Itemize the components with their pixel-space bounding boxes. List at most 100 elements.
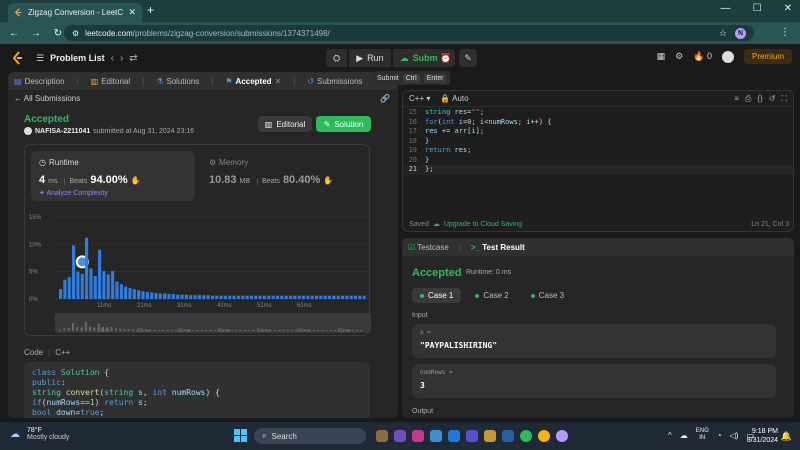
taskbar-search[interactable]: ⌕ Search [254, 428, 366, 444]
chart-bar[interactable] [267, 295, 271, 299]
chart-bar[interactable] [327, 295, 332, 299]
chart-bar[interactable] [132, 289, 136, 299]
store-icon[interactable] [502, 430, 514, 442]
chart-bar[interactable] [141, 291, 145, 299]
autocomplete-mode[interactable]: 🔒 Auto [440, 94, 468, 103]
chevron-up-icon[interactable]: ^ [668, 431, 672, 440]
tab-testcase[interactable]: ☑ Testcase [408, 243, 449, 252]
chart-bar[interactable] [80, 273, 84, 299]
timer-icon[interactable]: ⏰ [437, 49, 455, 67]
chart-bar[interactable] [59, 289, 63, 299]
chart-bar[interactable] [353, 295, 358, 299]
chart-bar[interactable] [128, 288, 132, 299]
wifi-icon[interactable]: ◔ [717, 431, 722, 440]
chart-bar[interactable] [67, 277, 71, 299]
layout-icon[interactable]: ▦ [657, 51, 666, 62]
close-tab-icon[interactable]: ✕ [128, 7, 136, 18]
language-indicator[interactable]: ENG IN [696, 428, 709, 442]
chart-bar[interactable] [232, 295, 236, 299]
back-icon[interactable]: ← [6, 28, 22, 39]
chart-bar[interactable] [293, 295, 297, 299]
chart-bar[interactable] [306, 295, 310, 299]
chart-bar[interactable] [362, 295, 366, 299]
chart-bar[interactable] [193, 295, 197, 299]
chart-bar[interactable] [332, 295, 336, 299]
chart-bar[interactable] [288, 295, 293, 299]
maximize-icon[interactable]: ☐ [753, 3, 762, 14]
chart-bar[interactable] [115, 281, 119, 299]
shuffle-icon[interactable]: ⇄ [129, 53, 137, 64]
chart-bar[interactable] [336, 295, 340, 299]
chart-bar[interactable] [189, 295, 193, 299]
chart-bar[interactable] [202, 295, 206, 299]
weather-widget[interactable]: ☁ 78°F Mostly cloudy [10, 427, 69, 441]
chart-bar[interactable] [102, 271, 106, 299]
chart-bar[interactable] [137, 290, 141, 299]
tab-solutions[interactable]: ⚗ Solutions [156, 77, 199, 86]
solution-button[interactable]: ✎ Solution [316, 116, 371, 132]
profile-app-icon[interactable] [556, 430, 568, 442]
site-info-icon[interactable]: ⚙ [72, 29, 79, 38]
streak-counter[interactable]: 🔥 0 [693, 51, 712, 62]
all-submissions-link[interactable]: ← All Submissions [14, 94, 80, 103]
runtime-card[interactable]: ◷ Runtime 4 ms Beats 94.00% ✋ ✦ Analyze C… [31, 151, 195, 201]
case-tab-2[interactable]: Case 2 [467, 288, 516, 303]
chart-bar[interactable] [106, 274, 110, 299]
tab-submissions[interactable]: ↺ Submissions [307, 77, 362, 86]
bookmark-icon[interactable]: ⎙ [745, 94, 751, 104]
chart-bar[interactable] [301, 295, 306, 299]
editorial-button[interactable]: ▥ Editorial [258, 116, 312, 132]
link-icon[interactable]: 🔗 [380, 94, 390, 103]
chart-bar[interactable] [258, 295, 262, 299]
chart-bar[interactable] [297, 295, 301, 299]
close-window-icon[interactable]: ✕ [784, 3, 792, 14]
runtime-distribution-chart[interactable]: 15% 10% 5% 0% 11ms 21ms 31ms 41ms 51ms 61ms 11ms… [25, 207, 371, 337]
minimize-icon[interactable]: — [721, 3, 731, 14]
premium-button[interactable]: Premium [743, 49, 792, 64]
windows-start-icon[interactable] [234, 429, 247, 442]
chart-bar[interactable] [245, 295, 249, 299]
file-explorer-icon[interactable] [484, 430, 496, 442]
chart-bar[interactable] [150, 292, 154, 299]
tab-accepted[interactable]: ⚑ Accepted ✕ [225, 77, 281, 86]
chart-bar[interactable] [284, 295, 288, 299]
run-button[interactable]: ▶ Run [349, 49, 391, 67]
app-icon-4[interactable] [466, 430, 478, 442]
chart-bar[interactable] [340, 295, 345, 299]
leetcode-logo-icon[interactable] [12, 51, 24, 65]
tab-test-result[interactable]: >_ Test Result [471, 243, 525, 252]
chart-bar[interactable] [249, 295, 254, 299]
memory-card[interactable]: ⚙ Memory 10.83 MB Beats 80.40% ✋ [201, 151, 365, 201]
chart-bar[interactable] [119, 284, 123, 299]
app-icon-1[interactable] [394, 430, 406, 442]
bookmark-star-icon[interactable]: ☆ [719, 28, 727, 39]
forward-icon[interactable]: → [28, 28, 44, 39]
chart-bar[interactable] [345, 295, 349, 299]
case-tab-3[interactable]: Case 3 [523, 288, 572, 303]
chart-bar[interactable] [171, 294, 175, 299]
chart-bar[interactable] [215, 295, 219, 299]
language-select[interactable]: C++ ▾ [409, 94, 430, 103]
chart-bar[interactable] [89, 268, 93, 299]
braces-icon[interactable]: {} [757, 94, 762, 104]
browser-menu-icon[interactable]: ⋮ [780, 27, 790, 38]
chart-bar[interactable] [323, 295, 327, 299]
editor-code[interactable]: 15 string res=""; 16 for(int i=0; i<numR… [403, 108, 793, 175]
debug-button[interactable]: ⛭ [326, 49, 348, 67]
submitter-name[interactable]: NAFISA-2211041 [35, 128, 90, 135]
upgrade-link[interactable]: Upgrade to Cloud Saving [444, 221, 522, 228]
case-tab-1[interactable]: Case 1 [412, 288, 462, 303]
chart-bar[interactable] [206, 295, 210, 299]
chart-bar[interactable] [241, 295, 245, 299]
analyze-complexity-link[interactable]: ✦ Analyze Complexity [39, 189, 108, 197]
edge-icon[interactable] [448, 430, 460, 442]
chart-bar[interactable] [111, 271, 115, 299]
chart-bar[interactable] [180, 294, 184, 299]
chart-bar[interactable] [154, 292, 158, 299]
chart-bar[interactable] [76, 271, 80, 299]
chart-bar[interactable] [124, 286, 128, 299]
chart-bar[interactable] [310, 295, 314, 299]
chart-bar[interactable] [85, 237, 89, 299]
problem-list-link[interactable]: ☰ Problem List [36, 53, 105, 64]
chart-bar[interactable] [98, 249, 102, 299]
